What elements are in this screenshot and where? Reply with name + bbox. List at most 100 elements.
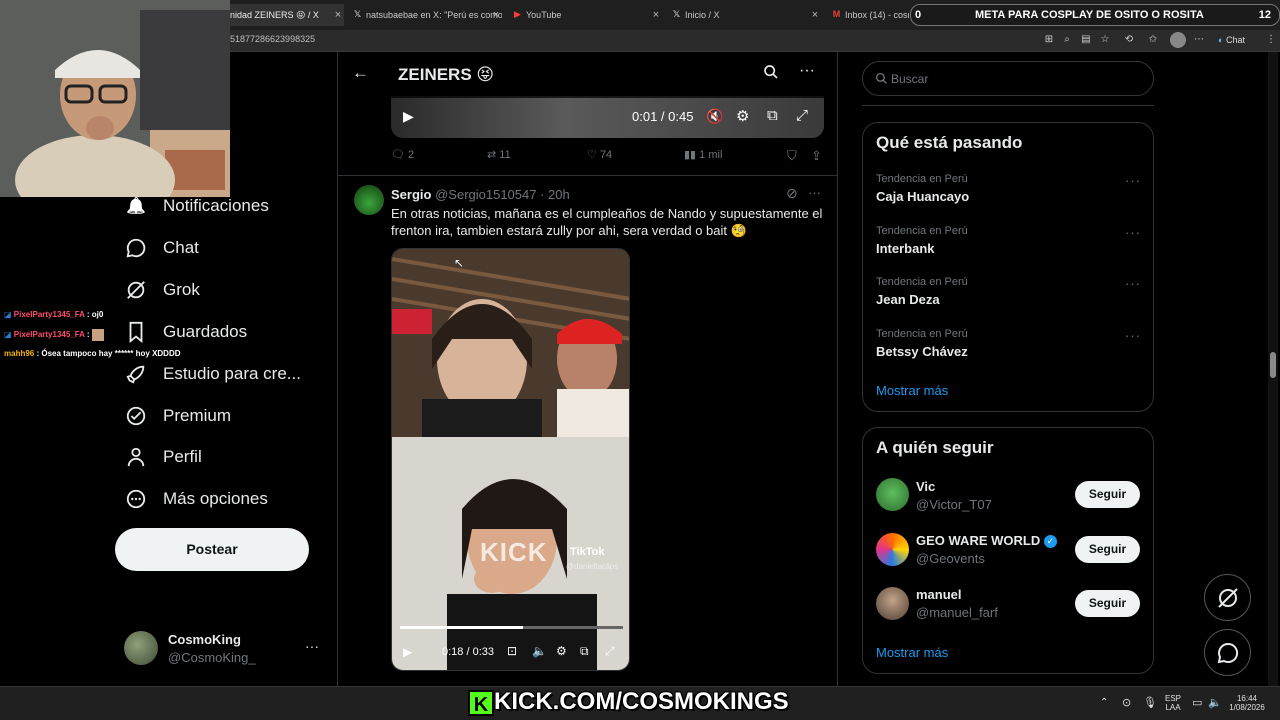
tab-close-icon[interactable]: × xyxy=(332,4,344,26)
pip-icon[interactable]: ⧉ xyxy=(767,107,778,124)
share-icon[interactable]: ⇪ xyxy=(811,148,822,164)
search-input[interactable]: Buscar xyxy=(862,61,1154,96)
tab-close-icon[interactable]: × xyxy=(809,4,821,26)
follow-name-row[interactable]: GEO WARE WORLD ✓ xyxy=(916,533,1057,549)
messages-float-button[interactable] xyxy=(1204,629,1251,676)
follow-name[interactable]: Vic xyxy=(916,479,935,494)
tab-close-icon[interactable]: × xyxy=(490,4,502,26)
play-icon[interactable]: ▶ xyxy=(403,645,412,659)
zoom-icon[interactable]: ⌕ xyxy=(1060,33,1074,47)
follow-button[interactable]: Seguir xyxy=(1075,590,1140,617)
sidebar-item-profile[interactable]: Perfil xyxy=(122,443,332,473)
tweet-author[interactable]: Sergio xyxy=(391,187,431,202)
sidebar-item-grok[interactable]: Grok xyxy=(122,276,332,306)
reader-icon[interactable]: ▤ xyxy=(1079,33,1093,47)
follow-button[interactable]: Seguir xyxy=(1075,481,1140,508)
video-player[interactable]: ▶ 0:01 / 0:45 🔇 ⚙ ⧉ ⤢ xyxy=(391,96,824,138)
page-header: ← ZEINERS 😝 ··· xyxy=(338,52,837,98)
browser-menu-icon[interactable]: ⋯ xyxy=(1192,33,1206,47)
avatar[interactable] xyxy=(876,533,909,566)
url-text[interactable]: 51877286623998325 xyxy=(230,34,315,44)
avatar[interactable] xyxy=(354,185,384,215)
sidebar-item-chat[interactable]: Chat xyxy=(122,234,332,264)
display-icon[interactable]: ▭ xyxy=(1192,696,1202,709)
follow-name[interactable]: manuel xyxy=(916,587,962,602)
video-progress-track[interactable] xyxy=(400,626,623,629)
clock[interactable]: 16:44 1/08/2026 xyxy=(1226,694,1268,712)
fullscreen-icon[interactable]: ⤢ xyxy=(796,107,808,124)
follow-show-more-link[interactable]: Mostrar más xyxy=(876,645,948,660)
extension-icon[interactable]: ⟲ xyxy=(1122,33,1136,47)
account-more-icon[interactable]: ··· xyxy=(305,638,319,654)
trend-item[interactable]: Betssy Chávez xyxy=(876,344,968,359)
back-arrow-icon[interactable]: ← xyxy=(352,63,369,83)
scrollbar-thumb[interactable] xyxy=(1270,352,1276,378)
repost-button[interactable]: ⇄ 11 xyxy=(487,148,511,161)
profile-avatar-icon[interactable] xyxy=(1170,32,1186,48)
captions-icon[interactable]: ⊡ xyxy=(507,644,517,658)
tray-network-icon[interactable]: ⊙ xyxy=(1122,696,1131,709)
header-more-icon[interactable]: ··· xyxy=(799,62,815,80)
views-button[interactable]: ▮▮ 1 mil xyxy=(684,148,722,161)
screenshot-icon[interactable]: ⊞ xyxy=(1042,33,1056,47)
settings-icon[interactable]: ⚙ xyxy=(736,107,749,125)
tab-youtube[interactable]: ▶ YouTube × xyxy=(510,4,662,26)
grok-icon[interactable]: ⊘ xyxy=(786,185,798,202)
tab-title: YouTube xyxy=(526,10,562,20)
trend-item[interactable]: Jean Deza xyxy=(876,292,940,307)
bookmark-icon[interactable]: ⛉ xyxy=(787,148,797,164)
profile-icon xyxy=(124,446,148,470)
sidebar-toggle-icon[interactable]: ⋮ xyxy=(1264,33,1278,47)
tray-chevron-icon[interactable]: ⌃ xyxy=(1100,697,1108,708)
trend-item[interactable]: Interbank xyxy=(876,241,935,256)
sidebar-item-creator-studio[interactable]: Estudio para cre... xyxy=(122,360,332,390)
copilot-chat-button[interactable]: ◐ Chat xyxy=(1218,32,1245,48)
tab-zeiners[interactable]: nidad ZEINERS 😝 / X × xyxy=(214,4,344,26)
tweet-handle[interactable]: @Sergio1510547 xyxy=(435,187,536,202)
language-indicator[interactable]: ESP LAA xyxy=(1163,694,1183,712)
sidebar-item-premium[interactable]: Premium xyxy=(122,402,332,432)
tab-gmail[interactable]: M Inbox (14) - cosmo xyxy=(829,4,909,26)
avatar[interactable] xyxy=(876,478,909,511)
tweet-video[interactable]: KICK TikTok @danieltaclips ▶ 0:18 / 0:33… xyxy=(391,248,630,671)
post-button[interactable]: Postear xyxy=(115,528,309,571)
settings-icon[interactable]: ⚙ xyxy=(556,644,567,658)
account-switcher[interactable]: CosmoKing @CosmoKing_ ··· xyxy=(115,624,325,672)
favorites-icon[interactable]: ✩ xyxy=(1146,33,1160,47)
youtube-icon: ▶ xyxy=(514,9,521,19)
sidebar-item-more-options[interactable]: Más opciones xyxy=(122,485,332,515)
chat-icon xyxy=(124,237,148,261)
search-icon[interactable] xyxy=(763,64,779,85)
tweet-more-icon[interactable]: ··· xyxy=(808,185,821,200)
sidebar-item-bookmarks[interactable]: Guardados xyxy=(122,318,332,348)
trend-more-icon[interactable]: ··· xyxy=(1125,276,1141,291)
trend-item[interactable]: Caja Huancayo xyxy=(876,189,969,204)
mouse-cursor-icon: ↖ xyxy=(454,256,465,270)
tab-title: nidad ZEINERS 😝 / X xyxy=(230,10,319,20)
microphone-icon[interactable]: 🎙 xyxy=(1143,696,1157,709)
trend-more-icon[interactable]: ··· xyxy=(1125,225,1141,240)
pip-icon[interactable]: ⧉ xyxy=(580,644,589,659)
fullscreen-icon[interactable]: ⤢ xyxy=(605,644,615,659)
mute-icon[interactable]: 🔇 xyxy=(706,108,723,125)
tab-natsubaebae[interactable]: 𝕏 natsubaebae en X: "Perú es como × xyxy=(350,4,502,26)
trends-show-more-link[interactable]: Mostrar más xyxy=(876,383,948,398)
chat-message: : Ósea tampoco hay ****** hoy XDDDD xyxy=(36,349,181,358)
like-button[interactable]: ♡ 74 xyxy=(587,148,612,161)
volume-icon[interactable]: 🔈 xyxy=(1208,696,1222,709)
avatar[interactable] xyxy=(876,587,909,620)
tweet-time[interactable]: · 20h xyxy=(540,187,570,202)
follow-button[interactable]: Seguir xyxy=(1075,536,1140,563)
play-icon[interactable]: ▶ xyxy=(403,108,414,125)
grok-float-button[interactable] xyxy=(1204,574,1251,621)
reply-button[interactable]: 🗨 2 xyxy=(391,148,414,161)
sidebar-item-notifications[interactable]: 🔔 Notificaciones xyxy=(122,192,332,222)
page-scrollbar[interactable] xyxy=(1268,52,1278,686)
trend-more-icon[interactable]: ··· xyxy=(1125,173,1141,188)
badge-icon: ◪ xyxy=(4,310,12,319)
favorite-star-icon[interactable]: ☆ xyxy=(1098,33,1112,47)
volume-icon[interactable]: 🔈 xyxy=(532,644,547,658)
tab-inicio[interactable]: 𝕏 Inicio / X × xyxy=(669,4,821,26)
trend-more-icon[interactable]: ··· xyxy=(1125,328,1141,343)
tab-close-icon[interactable]: × xyxy=(650,4,662,26)
